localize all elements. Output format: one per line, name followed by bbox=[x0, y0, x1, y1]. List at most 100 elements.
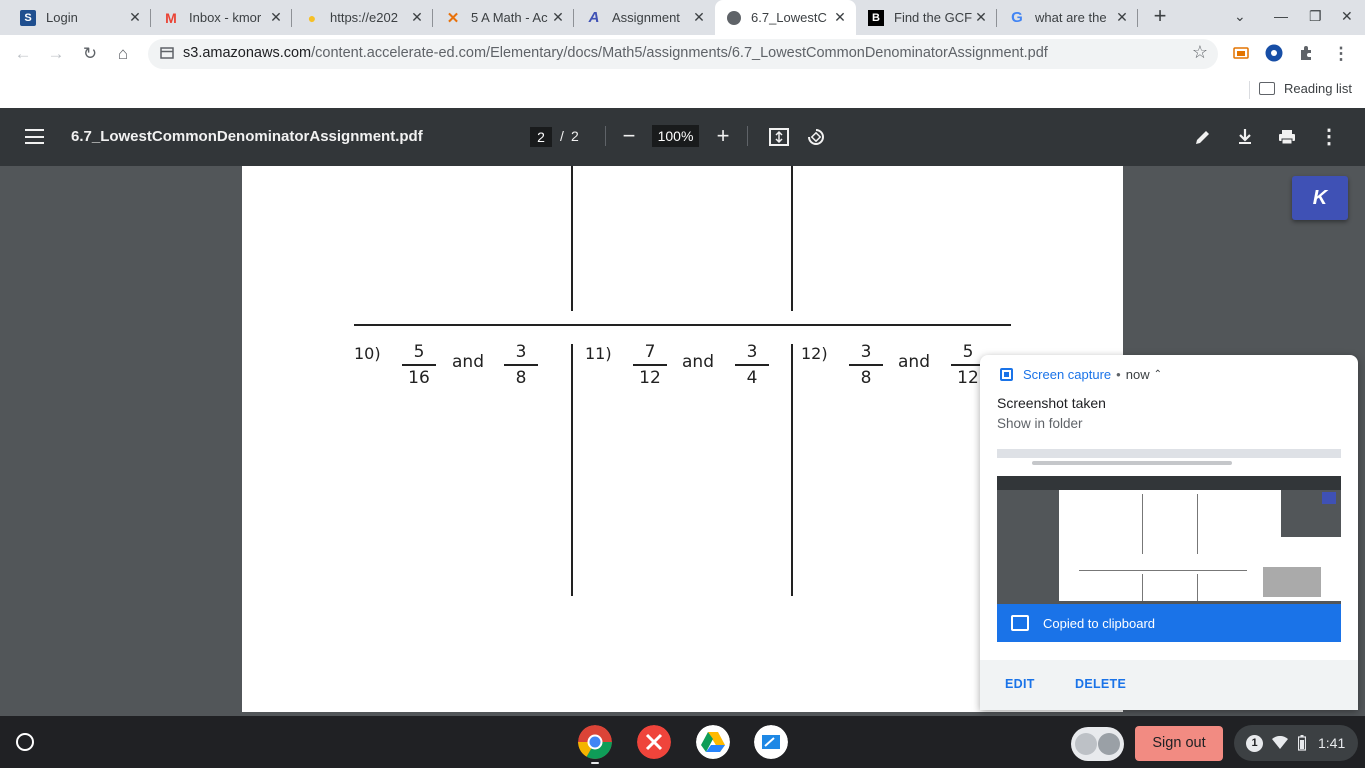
screen-capture-notification: Screen capture • now ⌃ Screenshot taken … bbox=[980, 355, 1358, 710]
fraction-a: 38 bbox=[849, 341, 883, 389]
close-icon[interactable]: ✕ bbox=[832, 9, 848, 26]
status-tray[interactable]: 1 1:41 bbox=[1234, 725, 1358, 761]
holding-space-icon[interactable] bbox=[1071, 727, 1124, 761]
reading-list-button[interactable]: Reading list bbox=[1259, 81, 1352, 96]
zoom-in-icon[interactable]: + bbox=[711, 123, 735, 149]
more-options-icon[interactable]: ⋮ bbox=[1317, 124, 1341, 149]
notification-app: Screen capture bbox=[1023, 367, 1112, 382]
address-bar[interactable]: s3.amazonaws.com/content.accelerate-ed.c… bbox=[148, 39, 1218, 69]
back-icon[interactable]: ← bbox=[12, 43, 34, 65]
problem-number: 10) bbox=[354, 344, 381, 363]
numerator: 3 bbox=[515, 342, 527, 362]
tab-title: Inbox - kmor bbox=[189, 10, 262, 25]
reload-icon[interactable]: ↻ bbox=[79, 43, 101, 65]
close-icon[interactable]: ✕ bbox=[127, 9, 143, 26]
and-word: and bbox=[898, 352, 930, 372]
zoom-out-icon[interactable]: − bbox=[617, 123, 641, 149]
notification-header[interactable]: Screen capture • now ⌃ bbox=[1000, 367, 1162, 382]
fit-to-page-icon[interactable] bbox=[769, 127, 789, 147]
restore-icon[interactable]: ❐ bbox=[1309, 8, 1322, 25]
notification-actions: EDIT DELETE bbox=[980, 660, 1358, 710]
browser-toolbar: ← → ↻ ⌂ s3.amazonaws.com/content.acceler… bbox=[0, 35, 1365, 73]
gmail-icon: M bbox=[165, 9, 177, 26]
home-icon[interactable]: ⌂ bbox=[112, 43, 134, 65]
tab-title: 5 A Math - Ac bbox=[471, 10, 548, 25]
tab-login[interactable]: S Login ✕ bbox=[8, 0, 151, 35]
and-word: and bbox=[682, 352, 714, 372]
annotate-pen-icon[interactable] bbox=[1193, 127, 1213, 147]
delete-button[interactable]: DELETE bbox=[1075, 677, 1126, 691]
tab-search-icon[interactable]: ⌄ bbox=[1234, 8, 1246, 25]
show-in-folder-link[interactable]: Show in folder bbox=[997, 416, 1083, 431]
column-divider bbox=[571, 344, 573, 596]
denominator: 8 bbox=[515, 368, 527, 388]
tab-lcd-pdf[interactable]: 6.7_LowestC ✕ bbox=[715, 0, 856, 35]
close-icon[interactable]: ✕ bbox=[1114, 9, 1130, 26]
reading-list-label: Reading list bbox=[1284, 81, 1352, 96]
globe-icon bbox=[727, 10, 741, 25]
notification-time: now bbox=[1125, 367, 1150, 382]
column-divider bbox=[791, 166, 793, 311]
zoom-level-input[interactable]: 100% bbox=[652, 125, 699, 147]
download-icon[interactable] bbox=[1235, 127, 1255, 147]
launcher-icon[interactable] bbox=[16, 733, 34, 751]
extensions-puzzle-icon[interactable] bbox=[1298, 44, 1316, 62]
collapse-icon[interactable]: ⌃ bbox=[1154, 369, 1162, 380]
browser-menu-icon[interactable]: ⋮ bbox=[1330, 43, 1352, 65]
fraction-a: 7 12 bbox=[633, 341, 667, 389]
whiteboard-icon[interactable] bbox=[754, 725, 788, 759]
numerator: 7 bbox=[644, 342, 656, 362]
close-icon[interactable]: ✕ bbox=[973, 9, 989, 26]
pdf-filename: 6.7_LowestCommonDenominatorAssignment.pd… bbox=[71, 128, 423, 145]
reading-list-icon bbox=[1259, 82, 1275, 95]
menu-icon[interactable] bbox=[25, 129, 44, 144]
denominator: 4 bbox=[746, 368, 758, 388]
close-icon[interactable]: ✕ bbox=[691, 9, 707, 26]
tab-gcf[interactable]: B Find the GCF ✕ bbox=[856, 0, 997, 35]
tab-title: Assignment bbox=[612, 10, 680, 25]
google-drive-icon[interactable] bbox=[696, 725, 730, 759]
tab-assignment[interactable]: A Assignment ✕ bbox=[574, 0, 715, 35]
numerator: 5 bbox=[413, 342, 425, 362]
site-info-icon[interactable] bbox=[160, 46, 174, 60]
url-path: /content.accelerate-ed.com/Elementary/do… bbox=[311, 45, 1048, 61]
clipboard-icon bbox=[1011, 615, 1029, 631]
tab-google[interactable]: G what are the ✕ bbox=[997, 0, 1138, 35]
b-logo-icon: B bbox=[868, 9, 884, 26]
bookmarks-bar: Reading list bbox=[0, 73, 1365, 108]
tab-inbox[interactable]: M Inbox - kmor ✕ bbox=[151, 0, 292, 35]
lightbulb-icon: ● bbox=[307, 9, 317, 26]
screen-capture-icon bbox=[1000, 368, 1013, 381]
kami-button[interactable]: K bbox=[1292, 176, 1348, 220]
notification-counter: 1 bbox=[1246, 735, 1263, 752]
window-close-icon[interactable]: ✕ bbox=[1341, 8, 1353, 25]
print-icon[interactable] bbox=[1277, 127, 1297, 147]
close-icon[interactable]: ✕ bbox=[268, 9, 284, 26]
new-tab-button[interactable]: + bbox=[1148, 5, 1172, 29]
edit-button[interactable]: EDIT bbox=[1005, 677, 1035, 691]
rotate-icon[interactable] bbox=[806, 127, 826, 147]
page-number-input[interactable]: 2 bbox=[530, 127, 552, 147]
row-divider bbox=[354, 324, 1011, 326]
minimize-icon[interactable]: — bbox=[1274, 8, 1288, 24]
problem-number: 11) bbox=[585, 344, 612, 363]
forward-icon[interactable]: → bbox=[45, 43, 67, 65]
anydesk-icon[interactable] bbox=[637, 725, 671, 759]
sign-out-button[interactable]: Sign out bbox=[1135, 726, 1223, 761]
chrome-icon[interactable] bbox=[578, 725, 612, 759]
denominator: 12 bbox=[639, 368, 661, 388]
bookmark-star-icon[interactable]: ☆ bbox=[1192, 42, 1208, 63]
extension-icon[interactable] bbox=[1265, 44, 1283, 62]
google-icon: G bbox=[1011, 9, 1023, 26]
tab-e2020[interactable]: ● https://e202 ✕ bbox=[292, 0, 433, 35]
wifi-icon bbox=[1272, 736, 1288, 749]
close-icon[interactable]: ✕ bbox=[409, 9, 425, 26]
x-logo-icon: ✕ bbox=[446, 9, 460, 27]
url-text: s3.amazonaws.com/content.accelerate-ed.c… bbox=[183, 45, 1048, 61]
cast-icon[interactable] bbox=[1232, 44, 1250, 62]
denominator: 16 bbox=[408, 368, 430, 388]
numerator: 3 bbox=[746, 342, 758, 362]
page-separator: / bbox=[560, 128, 564, 144]
tab-math[interactable]: ✕ 5 A Math - Ac ✕ bbox=[433, 0, 574, 35]
close-icon[interactable]: ✕ bbox=[550, 9, 566, 26]
